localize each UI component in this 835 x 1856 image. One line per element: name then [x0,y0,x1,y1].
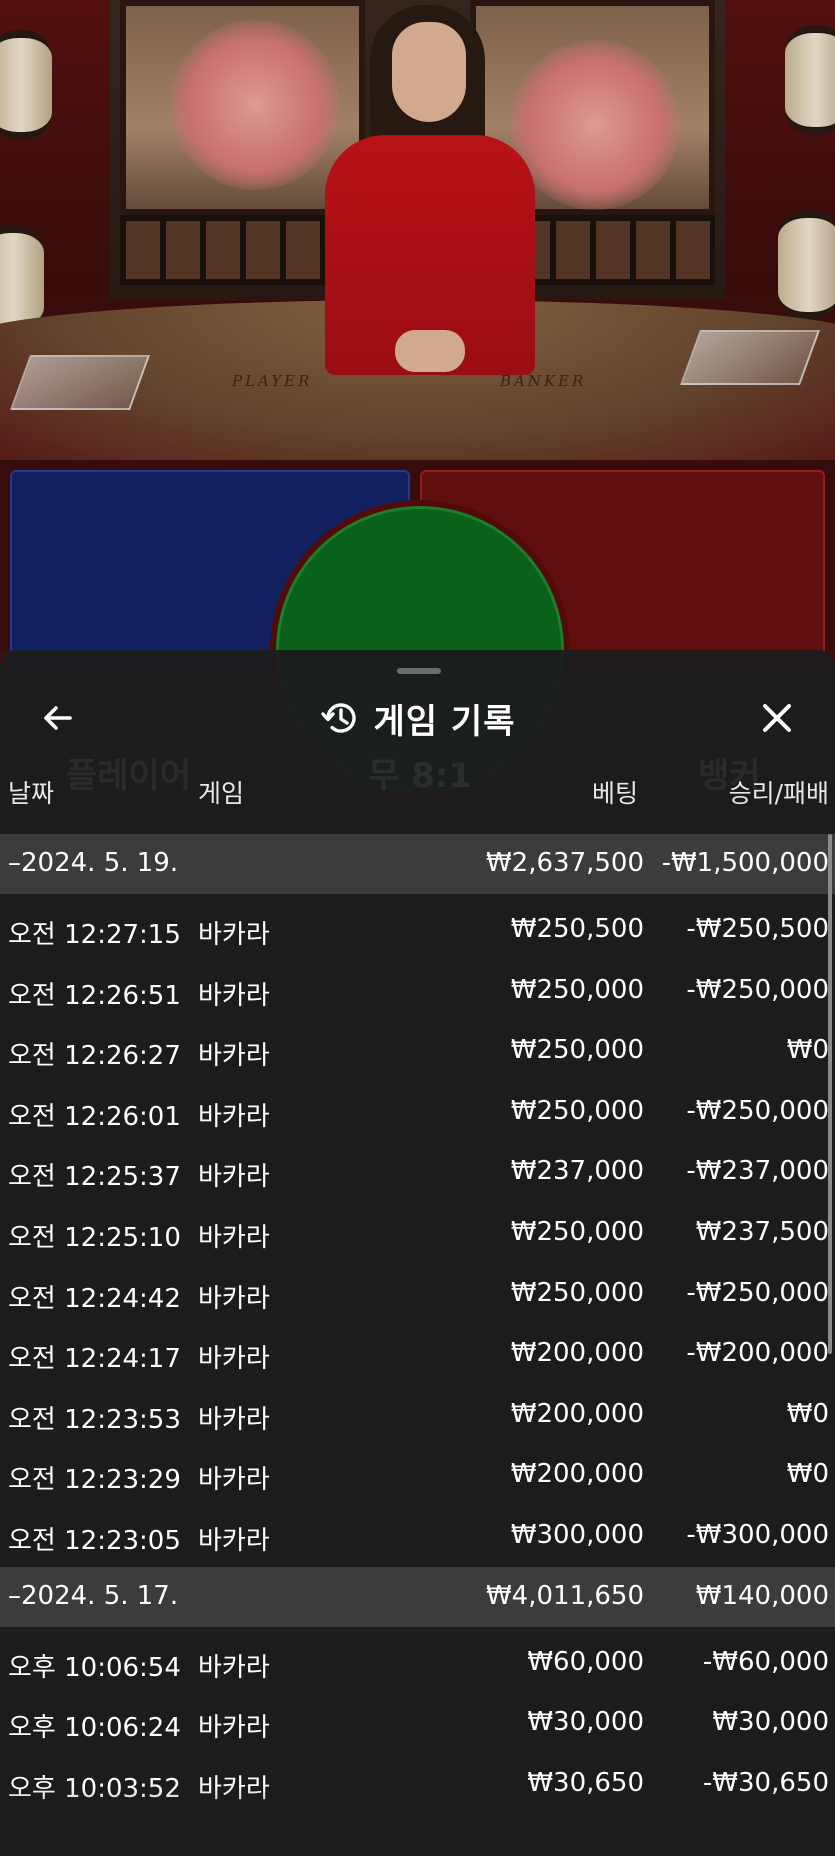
row-result: -₩250,500 [686,914,829,944]
group-result-total: -₩1,500,000 [661,848,829,878]
row-game: 바카라 [198,1162,270,1193]
date-group-row[interactable]: –2024. 5. 19. ₩2,637,500 -₩1,500,000 [0,834,835,894]
row-time: 오전 12:27:15 [8,920,181,950]
row-game: 바카라 [198,1344,270,1375]
group-date: –2024. 5. 19. [8,848,179,878]
game-history-panel: 플레이어 무 8:1 뱅커 게임 기록 날짜 게임 베팅 승리/패배 –2024… [0,650,835,1856]
column-header-date: 날짜 [8,779,55,808]
history-row[interactable]: 오전 12:24:42 바카라 ₩250,000 -₩250,000 [0,1264,835,1325]
history-row[interactable]: 오전 12:25:10 바카라 ₩250,000 ₩237,500 [0,1203,835,1264]
row-time: 오후 10:03:52 [8,1773,181,1804]
row-bet: ₩30,000 [527,1707,644,1738]
row-bet: ₩200,000 [510,1338,644,1369]
row-game: 바카라 [198,1404,270,1435]
row-game: 바카라 [198,980,270,1011]
row-game: 바카라 [198,1283,270,1314]
history-row[interactable]: 오전 12:24:17 바카라 ₩200,000 -₩200,000 [0,1324,835,1385]
row-time: 오전 12:24:42 [8,1283,181,1314]
row-game: 바카라 [198,1652,270,1683]
scrollbar[interactable] [828,834,832,1354]
close-icon [763,704,791,732]
row-result: ₩0 [786,1459,829,1490]
group-bet-total: ₩2,637,500 [485,848,644,878]
group-result-total: ₩140,000 [695,1580,829,1611]
table-header: 날짜 게임 베팅 승리/패배 [0,772,835,810]
row-game: 바카라 [198,1041,270,1072]
row-bet: ₩200,000 [510,1459,644,1490]
panel-title-group: 게임 기록 [0,690,835,746]
row-time: 오전 12:24:17 [8,1344,181,1375]
history-row[interactable]: 오전 12:26:51 바카라 ₩250,000 -₩250,000 [0,961,835,1022]
column-header-game: 게임 [198,779,245,808]
group-date: –2024. 5. 17. [8,1580,179,1611]
history-row[interactable]: 오전 12:26:27 바카라 ₩250,000 ₩0 [0,1021,835,1082]
history-row[interactable]: 오후 10:06:54 바카라 ₩60,000 -₩60,000 [0,1633,835,1694]
back-arrow-icon [44,706,72,730]
history-row[interactable]: 오전 12:23:29 바카라 ₩200,000 ₩0 [0,1445,835,1506]
row-result: ₩0 [786,1398,829,1429]
row-time: 오전 12:23:29 [8,1465,181,1496]
row-result: -₩200,000 [686,1338,829,1369]
row-game: 바카라 [198,1525,270,1556]
row-result: -₩30,650 [702,1767,829,1798]
app-root: PLAYER BANKER 플레이어 무 8:1 뱅커 게임 기록 날짜 게임 … [0,0,835,1856]
history-row[interactable]: 오전 12:25:37 바카라 ₩237,000 -₩237,000 [0,1142,835,1203]
row-game: 바카라 [198,1713,270,1744]
row-result: ₩0 [786,1035,829,1066]
row-game: 바카라 [198,920,270,950]
row-bet: ₩250,000 [510,974,644,1005]
date-group-row[interactable]: –2024. 5. 17. ₩4,011,650 ₩140,000 [0,1566,835,1627]
row-result: -₩250,000 [686,1277,829,1308]
row-bet: ₩250,500 [510,914,644,944]
history-row[interactable]: 오전 12:23:53 바카라 ₩200,000 ₩0 [0,1385,835,1446]
row-bet: ₩60,000 [527,1646,644,1677]
row-result: ₩237,500 [695,1216,829,1247]
row-game: 바카라 [198,1101,270,1132]
row-time: 오전 12:26:27 [8,1041,181,1072]
row-time: 오전 12:26:51 [8,980,181,1011]
drag-handle[interactable] [397,668,441,674]
row-bet: ₩250,000 [510,1035,644,1066]
panel-header: 게임 기록 [0,690,835,746]
row-bet: ₩30,650 [527,1767,644,1798]
close-button[interactable] [755,696,799,740]
row-result: -₩250,000 [686,1095,829,1126]
row-time: 오전 12:23:05 [8,1525,181,1556]
back-button[interactable] [36,696,80,740]
row-result: -₩300,000 [686,1519,829,1550]
history-row[interactable]: 오전 12:27:15 바카라 ₩250,500 -₩250,500 [0,900,835,961]
row-result: -₩250,000 [686,974,829,1005]
history-icon [320,703,356,733]
row-time: 오전 12:25:37 [8,1162,181,1193]
row-game: 바카라 [198,1222,270,1253]
history-table: –2024. 5. 19. ₩2,637,500 -₩1,500,000 오전 12:… [0,834,835,1814]
row-time: 오전 12:26:01 [8,1101,181,1132]
row-bet: ₩250,000 [510,1277,644,1308]
row-bet: ₩237,000 [510,1156,644,1187]
scene-overlay [0,0,835,650]
row-time: 오후 10:06:24 [8,1713,181,1744]
column-header-bet: 베팅 [591,779,638,808]
row-result: -₩237,000 [686,1156,829,1187]
row-time: 오전 12:25:10 [8,1222,181,1253]
panel-title: 게임 기록 [373,701,516,742]
row-time: 오전 12:23:53 [8,1404,181,1435]
row-result: ₩30,000 [712,1707,829,1738]
history-row[interactable]: 오전 12:26:01 바카라 ₩250,000 -₩250,000 [0,1082,835,1143]
row-game: 바카라 [198,1773,270,1804]
row-bet: ₩200,000 [510,1398,644,1429]
row-bet: ₩250,000 [510,1095,644,1126]
history-row[interactable]: 오전 12:23:05 바카라 ₩300,000 -₩300,000 [0,1506,835,1567]
row-game: 바카라 [198,1465,270,1496]
column-header-result: 승리/패배 [728,779,829,808]
row-result: -₩60,000 [702,1646,829,1677]
row-bet: ₩300,000 [510,1519,644,1550]
history-row[interactable]: 오후 10:06:24 바카라 ₩30,000 ₩30,000 [0,1693,835,1754]
group-bet-total: ₩4,011,650 [485,1580,644,1611]
row-bet: ₩250,000 [510,1216,644,1247]
row-time: 오후 10:06:54 [8,1652,181,1683]
history-row[interactable]: 오후 10:03:52 바카라 ₩30,650 -₩30,650 [0,1754,835,1815]
